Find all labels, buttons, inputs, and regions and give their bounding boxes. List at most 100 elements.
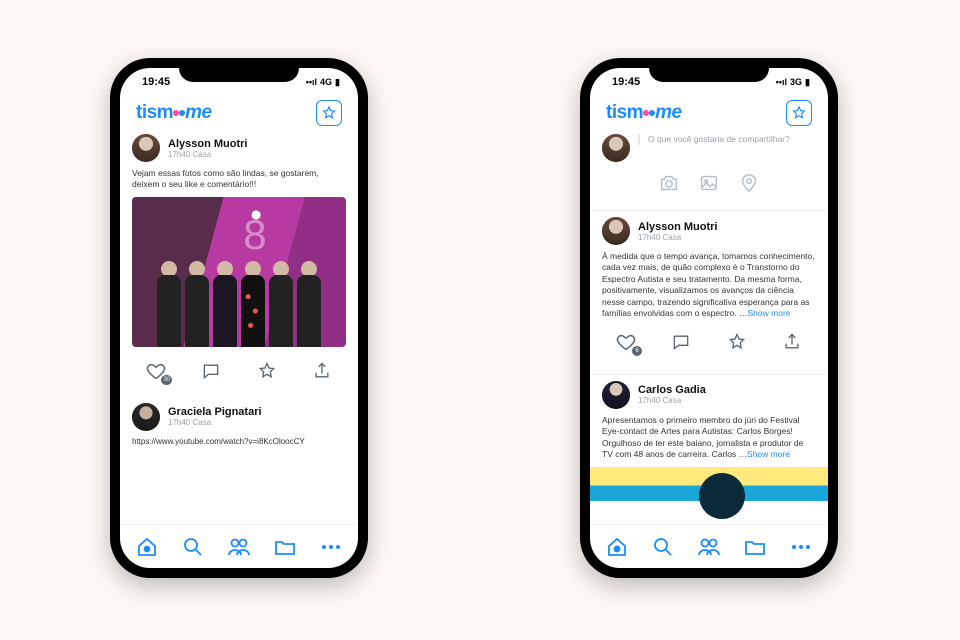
logo-prefix: tism xyxy=(606,102,643,123)
avatar[interactable] xyxy=(602,217,630,245)
post-header[interactable]: Graciela Pignatari 17h40 Casa xyxy=(132,403,346,431)
attach-location[interactable] xyxy=(736,170,762,196)
status-time: 19:45 xyxy=(612,76,640,88)
avatar[interactable] xyxy=(132,134,160,162)
divider xyxy=(590,374,828,375)
post-header[interactable]: Carlos Gadia 17h40 Casa xyxy=(602,381,816,409)
tab-search[interactable] xyxy=(177,531,209,563)
app-logo[interactable]: tismme xyxy=(606,102,682,124)
post-preview-image[interactable] xyxy=(590,467,828,501)
tab-bar xyxy=(590,524,828,568)
attach-image[interactable] xyxy=(696,170,722,196)
post-text: À medida que o tempo avança, tomamos con… xyxy=(602,251,816,320)
app-header: tismme xyxy=(590,96,828,134)
divider xyxy=(590,210,828,211)
avatar[interactable] xyxy=(132,403,160,431)
logo-dots-icon xyxy=(173,110,185,116)
post-link[interactable]: https://www.youtube.com/watch?v=i8KcOloo… xyxy=(132,437,346,446)
share-button[interactable] xyxy=(308,359,336,383)
post-author: Alysson Muotri xyxy=(638,221,717,233)
share-icon xyxy=(782,332,802,352)
attach-camera[interactable] xyxy=(656,170,682,196)
favorites-button[interactable] xyxy=(786,100,812,126)
avatar[interactable] xyxy=(602,134,630,162)
show-more-link[interactable]: Show more xyxy=(748,308,791,318)
post: Alysson Muotri 17h40 Casa Vejam essas fo… xyxy=(132,134,346,393)
network-label: 3G xyxy=(790,77,802,87)
photo-decor: 8 xyxy=(243,211,266,259)
tab-more[interactable] xyxy=(785,531,817,563)
favorites-button[interactable] xyxy=(316,100,342,126)
like-count: 30 xyxy=(161,375,172,385)
comment-icon xyxy=(201,361,221,381)
people-icon xyxy=(226,535,252,559)
tab-more[interactable] xyxy=(315,531,347,563)
signal-icon: ••ıl xyxy=(306,77,317,87)
tab-folder[interactable] xyxy=(739,531,771,563)
tab-bar xyxy=(120,524,358,568)
post-meta: 17h40 Casa xyxy=(638,233,717,242)
star-icon xyxy=(321,105,337,121)
battery-icon: ▮ xyxy=(335,77,340,88)
post-photo[interactable]: 8 xyxy=(132,197,346,347)
photo-people xyxy=(132,257,346,347)
post-actions: 6 xyxy=(602,326,816,364)
more-icon xyxy=(792,545,810,549)
tab-people[interactable] xyxy=(693,531,725,563)
camera-icon xyxy=(658,172,680,194)
status-right: ••ıl 3G ▮ xyxy=(776,77,810,88)
comment-button[interactable] xyxy=(197,359,225,383)
search-icon xyxy=(651,535,675,559)
post-meta: 17h40 Casa xyxy=(168,150,247,159)
avatar[interactable] xyxy=(602,381,630,409)
tab-search[interactable] xyxy=(647,531,679,563)
show-more-link[interactable]: Show more xyxy=(747,449,790,459)
post-meta: 17h40 Casa xyxy=(168,418,262,427)
compose-input[interactable]: O que você gostaria de compartilhar? xyxy=(638,134,816,145)
post: Graciela Pignatari 17h40 Casa https://ww… xyxy=(132,403,346,446)
favorite-button[interactable] xyxy=(253,359,281,383)
post: Carlos Gadia 17h40 Casa Apresentamos o p… xyxy=(602,381,816,501)
post-actions: 30 xyxy=(132,355,346,393)
tab-people[interactable] xyxy=(223,531,255,563)
logo-suffix: me xyxy=(185,102,211,123)
compose-attachments xyxy=(602,170,816,196)
post-author: Alysson Muotri xyxy=(168,138,247,150)
share-button[interactable] xyxy=(778,330,806,354)
like-button[interactable]: 30 xyxy=(142,359,170,383)
favorite-button[interactable] xyxy=(723,330,751,354)
comment-button[interactable] xyxy=(667,330,695,354)
tab-home[interactable] xyxy=(601,531,633,563)
people-icon xyxy=(696,535,722,559)
comment-icon xyxy=(671,332,691,352)
like-count: 6 xyxy=(632,346,642,356)
home-icon xyxy=(605,535,629,559)
notch xyxy=(179,58,299,82)
tab-home[interactable] xyxy=(131,531,163,563)
post-author: Graciela Pignatari xyxy=(168,406,262,418)
post: Alysson Muotri 17h40 Casa À medida que o… xyxy=(602,217,816,364)
status-right: ••ıl 4G ▮ xyxy=(306,77,340,88)
folder-icon xyxy=(743,535,767,559)
post-header[interactable]: Alysson Muotri 17h40 Casa xyxy=(602,217,816,245)
feed-left[interactable]: Alysson Muotri 17h40 Casa Vejam essas fo… xyxy=(120,134,358,524)
home-icon xyxy=(135,535,159,559)
network-label: 4G xyxy=(320,77,332,87)
star-icon xyxy=(257,361,277,381)
battery-icon: ▮ xyxy=(805,77,810,88)
phone-left: 19:45 ••ıl 4G ▮ tismme Alysson Muotri xyxy=(110,58,368,578)
app-logo[interactable]: tismme xyxy=(136,102,212,124)
location-icon xyxy=(738,172,760,194)
star-icon xyxy=(791,105,807,121)
signal-icon: ••ıl xyxy=(776,77,787,87)
like-button[interactable]: 6 xyxy=(612,330,640,354)
folder-icon xyxy=(273,535,297,559)
notch xyxy=(649,58,769,82)
feed-right[interactable]: O que você gostaria de compartilhar? xyxy=(590,134,828,524)
logo-dots-icon xyxy=(643,110,655,116)
tab-folder[interactable] xyxy=(269,531,301,563)
screen-right: 19:45 ••ıl 3G ▮ tismme O que você gostar… xyxy=(590,68,828,568)
logo-suffix: me xyxy=(655,102,681,123)
post-header[interactable]: Alysson Muotri 17h40 Casa xyxy=(132,134,346,162)
image-icon xyxy=(698,172,720,194)
